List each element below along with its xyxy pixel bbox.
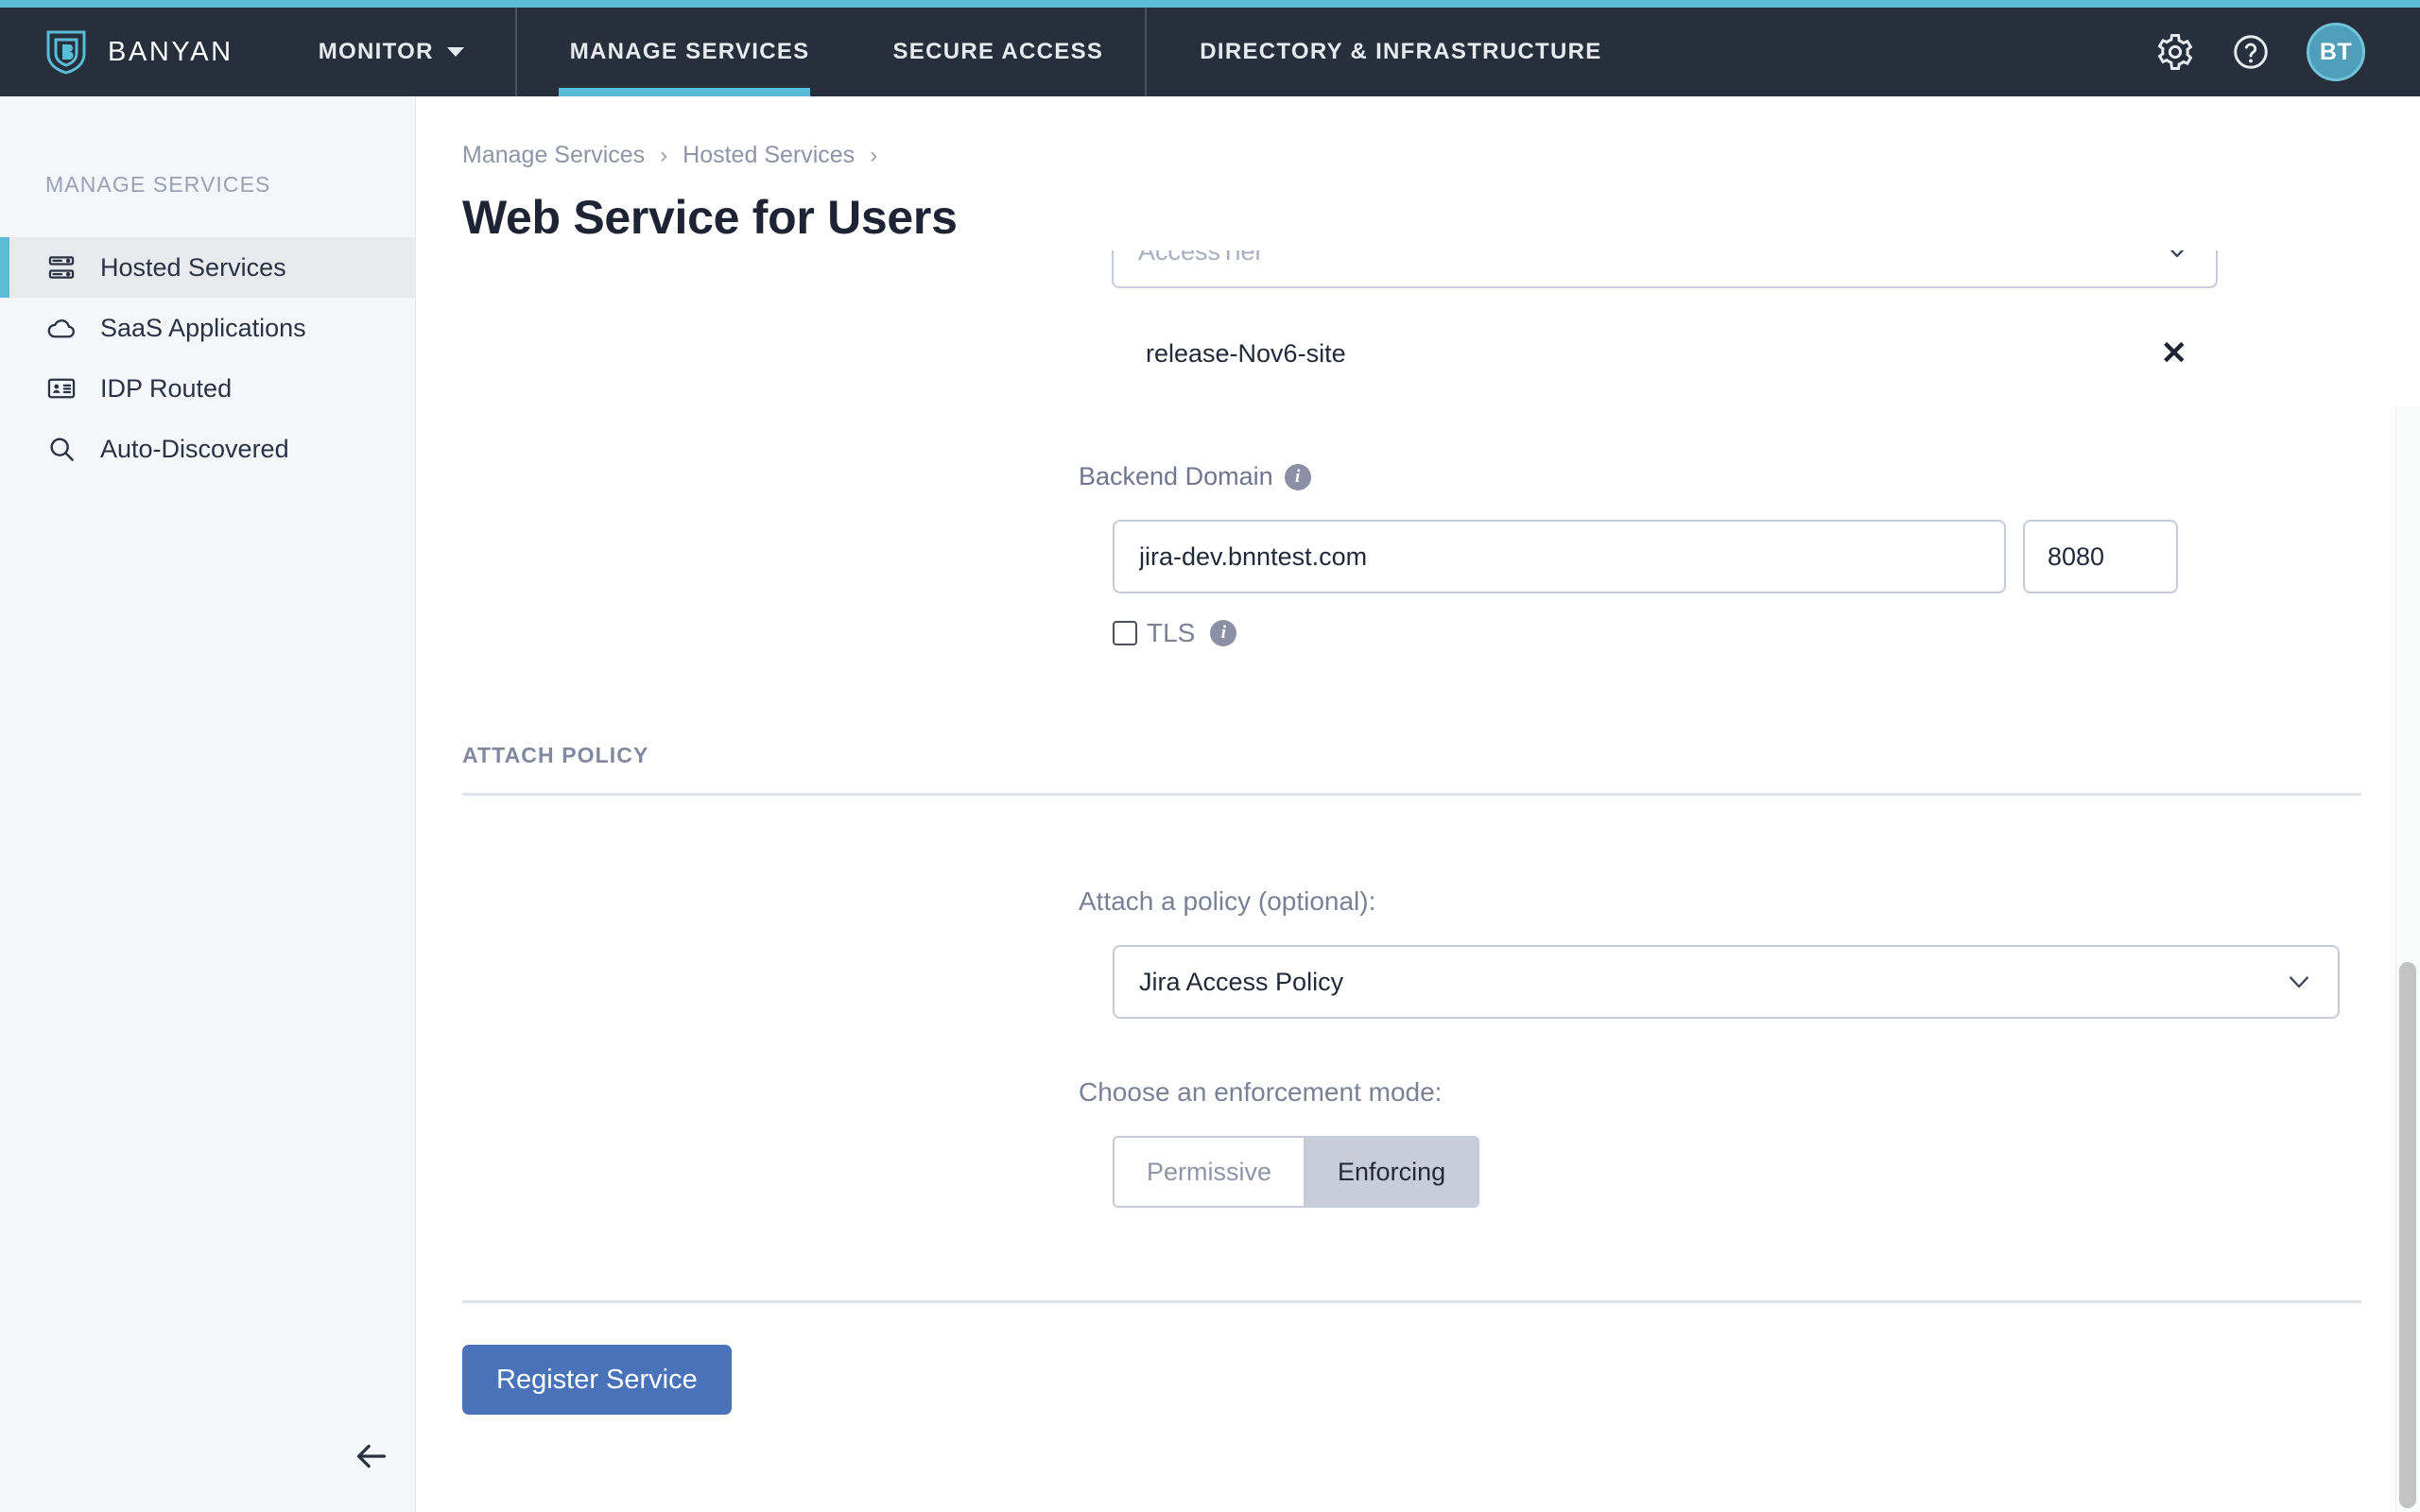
access-tier-selected-chip: release-Nov6-site ✕ <box>1112 322 2218 385</box>
enforcement-mode-enforcing-label: Enforcing <box>1338 1158 1445 1187</box>
attach-policy-label: Attach a policy (optional): <box>1079 886 2420 917</box>
access-tier-chip-label: release-Nov6-site <box>1146 339 1346 369</box>
sidebar-item-idp-routed[interactable]: IDP Routed <box>0 358 415 419</box>
breadcrumb-item-manage-services[interactable]: Manage Services <box>462 142 645 169</box>
breadcrumb-separator-trailing: › <box>870 143 877 169</box>
nav-monitor-menu[interactable]: MONITOR <box>271 8 515 96</box>
tab-secure-access[interactable]: SECURE ACCESS <box>852 8 1146 96</box>
page-title: Web Service for Users <box>417 169 2420 245</box>
sidebar-item-label: Hosted Services <box>100 253 286 283</box>
service-form: AccessTier release-Nov6-site ✕ Backend D… <box>417 250 2420 1415</box>
chevron-down-icon <box>447 47 464 57</box>
sidebar-item-label: SaaS Applications <box>100 314 306 343</box>
enforcement-mode-permissive-label: Permissive <box>1147 1158 1271 1187</box>
enforcement-mode-toggle: Permissive Enforcing <box>1113 1136 1479 1208</box>
breadcrumb-separator: › <box>660 143 667 169</box>
banyan-shield-logo-icon <box>45 29 87 75</box>
backend-domain-label: Backend Domain <box>1079 462 1273 491</box>
tab-directory-infrastructure-label: DIRECTORY & INFRASTRUCTURE <box>1200 39 1601 65</box>
avatar-initials: BT <box>2320 39 2352 66</box>
nav-tabs: MANAGE SERVICES SECURE ACCESS <box>517 8 1146 96</box>
nav-tabs-secondary: DIRECTORY & INFRASTRUCTURE <box>1147 8 1643 96</box>
sidebar-item-hosted-services[interactable]: Hosted Services <box>0 237 415 298</box>
attach-policy-field: Attach a policy (optional): Jira Access … <box>417 886 2420 1208</box>
tab-secure-access-label: SECURE ACCESS <box>893 39 1104 65</box>
brand-name: BANYAN <box>108 37 233 68</box>
info-icon[interactable]: i <box>1285 464 1311 490</box>
access-tier-select[interactable]: AccessTier <box>1112 250 2218 288</box>
page-scrollbar-thumb[interactable] <box>2399 962 2416 1508</box>
brand[interactable]: BANYAN <box>0 8 271 96</box>
chevron-down-icon <box>2163 250 2191 266</box>
enforcement-mode-enforcing[interactable]: Enforcing <box>1304 1138 1478 1206</box>
sidebar-item-label: Auto-Discovered <box>100 435 289 464</box>
sidebar-list: Hosted Services SaaS Applications IDP Ro… <box>0 237 415 479</box>
backend-port-input[interactable] <box>2023 520 2178 593</box>
arrow-left-icon[interactable] <box>350 1435 393 1478</box>
section-divider <box>462 793 2361 796</box>
app-header: BANYAN MONITOR MANAGE SERVICES SECURE AC… <box>0 8 2420 96</box>
tab-directory-infrastructure[interactable]: DIRECTORY & INFRASTRUCTURE <box>1147 8 1643 96</box>
policy-select[interactable]: Jira Access Policy <box>1113 945 2340 1019</box>
enforcement-mode-label: Choose an enforcement mode: <box>1079 1077 2420 1108</box>
server-icon <box>45 251 78 284</box>
question-circle-icon[interactable] <box>2231 32 2271 72</box>
backend-domain-input[interactable] <box>1113 520 2006 593</box>
backend-domain-label-row: Backend Domain i <box>1079 462 2420 491</box>
register-service-button[interactable]: Register Service <box>462 1345 732 1415</box>
policy-select-value: Jira Access Policy <box>1139 968 1343 997</box>
search-icon <box>45 433 78 465</box>
tls-row: TLS i <box>1079 618 2420 648</box>
access-tier-field: AccessTier release-Nov6-site ✕ <box>417 250 2420 385</box>
sidebar: MANAGE SERVICES Hosted Services SaaS <box>0 96 416 1512</box>
form-scroll-area[interactable]: AccessTier release-Nov6-site ✕ Backend D… <box>417 250 2420 1512</box>
tls-label: TLS <box>1147 618 1195 648</box>
avatar[interactable]: BT <box>2307 23 2365 81</box>
nav-monitor-label: MONITOR <box>319 39 434 65</box>
backend-domain-inputs <box>1113 520 2420 593</box>
tab-manage-services-label: MANAGE SERVICES <box>570 39 810 65</box>
breadcrumb: Manage Services › Hosted Services › <box>417 96 2420 169</box>
info-icon[interactable]: i <box>1210 620 1236 646</box>
id-card-icon <box>45 372 78 404</box>
top-accent-bar <box>0 0 2420 8</box>
sidebar-item-auto-discovered[interactable]: Auto-Discovered <box>0 419 415 479</box>
attach-policy-section-header: ATTACH POLICY <box>417 743 2420 796</box>
tab-manage-services[interactable]: MANAGE SERVICES <box>517 8 852 96</box>
form-footer-divider <box>462 1300 2361 1303</box>
cloud-icon <box>45 312 78 344</box>
close-icon[interactable]: ✕ <box>2161 337 2219 369</box>
sidebar-item-saas-applications[interactable]: SaaS Applications <box>0 298 415 358</box>
sidebar-item-label: IDP Routed <box>100 374 232 404</box>
gear-icon[interactable] <box>2155 32 2195 72</box>
main-content: Manage Services › Hosted Services › Web … <box>417 96 2420 1512</box>
backend-domain-field: Backend Domain i TLS i <box>417 462 2420 648</box>
attach-policy-title: ATTACH POLICY <box>462 743 2361 768</box>
tls-checkbox[interactable] <box>1113 621 1137 645</box>
header-actions: BT <box>2155 8 2420 96</box>
sidebar-heading: MANAGE SERVICES <box>0 96 415 198</box>
breadcrumb-item-hosted-services[interactable]: Hosted Services <box>683 142 855 169</box>
access-tier-placeholder: AccessTier <box>1138 250 1264 266</box>
chevron-down-icon <box>2285 968 2313 996</box>
enforcement-mode-permissive[interactable]: Permissive <box>1115 1138 1304 1206</box>
